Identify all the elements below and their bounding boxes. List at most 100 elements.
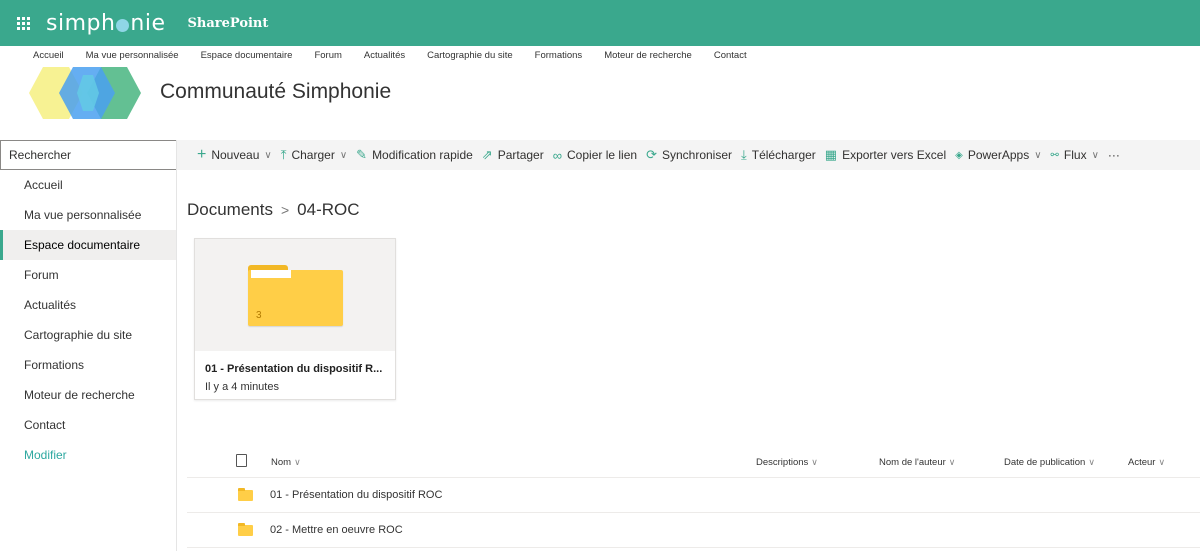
- chevron-down-icon: ∨: [1088, 457, 1095, 467]
- quick-edit-label: Modification rapide: [372, 148, 473, 162]
- download-icon: ⤓: [741, 147, 747, 162]
- plus-icon: +: [197, 146, 207, 163]
- app-launcher-button[interactable]: [0, 0, 46, 46]
- link-icon: ∞: [552, 147, 563, 163]
- brand-dot-icon: [116, 18, 130, 32]
- sync-button[interactable]: ⟳ Synchroniser: [646, 147, 732, 163]
- sidebar-item-actualites[interactable]: Actualités: [0, 290, 176, 320]
- copy-link-label: Copier le lien: [567, 148, 638, 162]
- column-author[interactable]: Nom de l'auteur ∨: [879, 457, 955, 468]
- row-name[interactable]: 01 - Présentation du dispositif ROC: [270, 489, 442, 501]
- column-actor[interactable]: Acteur ∨: [1128, 457, 1165, 468]
- powerapps-button[interactable]: ◈ PowerApps ∨: [955, 148, 1041, 162]
- breadcrumb-separator: >: [280, 202, 290, 218]
- file-type-icon[interactable]: [236, 454, 247, 467]
- topnav-item-formations[interactable]: Formations: [535, 50, 583, 64]
- chevron-down-icon: ∨: [294, 457, 301, 467]
- top-navigation: Accueil Ma vue personnalisée Espace docu…: [0, 50, 747, 64]
- list-header: Nom ∨ Descriptions ∨ Nom de l'auteur ∨ Date…: [187, 450, 1200, 478]
- flow-button[interactable]: ⚯ Flux ∨: [1051, 148, 1099, 162]
- export-excel-button[interactable]: ▦ Exporter vers Excel: [825, 147, 946, 163]
- topnav-item-cartographie[interactable]: Cartographie du site: [427, 50, 513, 64]
- search-input[interactable]: Rechercher: [0, 140, 176, 170]
- share-button[interactable]: ⇗ Partager: [482, 147, 544, 163]
- site-title[interactable]: Communauté Simphonie: [160, 80, 391, 104]
- upload-button[interactable]: ⤒ Charger ∨: [281, 147, 347, 163]
- column-descriptions[interactable]: Descriptions ∨: [756, 457, 818, 468]
- column-name[interactable]: Nom ∨: [271, 457, 301, 468]
- sidebar-item-accueil[interactable]: Accueil: [0, 170, 176, 200]
- folder-front-icon: [248, 270, 343, 326]
- upload-icon: ⤒: [280, 147, 287, 162]
- sync-label: Synchroniser: [661, 148, 732, 162]
- nav-divider: [176, 140, 177, 551]
- sidebar-item-espace-documentaire[interactable]: Espace documentaire: [0, 230, 176, 260]
- command-bar: + Nouveau ∨ ⤒ Charger ∨ ✎ Modification r…: [177, 140, 1200, 170]
- brand-text-left: simph: [46, 10, 116, 36]
- export-excel-label: Exporter vers Excel: [842, 148, 947, 162]
- topnav-item-contact[interactable]: Contact: [714, 50, 747, 64]
- edit-nav-link[interactable]: Modifier: [0, 440, 176, 470]
- download-button[interactable]: ⤓ Télécharger: [741, 147, 816, 163]
- breadcrumb: Documents > 04-ROC: [187, 200, 360, 220]
- flow-label: Flux: [1063, 148, 1087, 162]
- chevron-down-icon: ∨: [264, 149, 272, 161]
- quick-edit-button[interactable]: ✎ Modification rapide: [356, 147, 473, 163]
- share-icon: ⇗: [481, 147, 493, 162]
- topnav-item-ma-vue[interactable]: Ma vue personnalisée: [86, 50, 179, 64]
- copy-link-button[interactable]: ∞ Copier le lien: [553, 148, 637, 163]
- chevron-down-icon: ∨: [339, 149, 348, 161]
- upload-label: Charger: [291, 148, 335, 162]
- site-logo[interactable]: [29, 67, 149, 119]
- waffle-icon: [16, 16, 30, 30]
- topnav-item-forum[interactable]: Forum: [314, 50, 341, 64]
- left-navigation: Rechercher Accueil Ma vue personnalisée …: [0, 140, 176, 551]
- tile-name[interactable]: 01 - Présentation du dispositif R...: [205, 363, 382, 375]
- topnav-item-moteur[interactable]: Moteur de recherche: [604, 50, 692, 64]
- list-row[interactable]: 01 - Présentation du dispositif ROC: [187, 478, 1200, 513]
- column-actor-label: Acteur: [1128, 457, 1156, 468]
- chevron-down-icon: ∨: [1034, 149, 1042, 161]
- tile-modified: Il y a 4 minutes: [205, 381, 279, 393]
- more-icon: ···: [1107, 148, 1120, 162]
- flow-icon: ⚯: [1050, 149, 1059, 161]
- chevron-down-icon: ∨: [811, 457, 818, 467]
- list-row[interactable]: 02 - Mettre en oeuvre ROC: [187, 513, 1200, 548]
- download-label: Télécharger: [751, 148, 816, 162]
- excel-icon: ▦: [824, 147, 838, 162]
- column-published[interactable]: Date de publication ∨: [1004, 457, 1095, 468]
- topnav-item-espace-documentaire[interactable]: Espace documentaire: [201, 50, 293, 64]
- more-button[interactable]: ···: [1108, 148, 1120, 162]
- topnav-item-actualites[interactable]: Actualités: [364, 50, 405, 64]
- new-label: Nouveau: [211, 148, 260, 162]
- sidebar-item-contact[interactable]: Contact: [0, 410, 176, 440]
- column-author-label: Nom de l'auteur: [879, 457, 946, 468]
- column-published-label: Date de publication: [1004, 457, 1086, 468]
- tile-thumbnail: 3: [195, 239, 395, 351]
- brand-logo[interactable]: simph nie: [46, 11, 166, 36]
- brand-text-right: nie: [130, 10, 166, 36]
- new-button[interactable]: + Nouveau ∨: [197, 146, 272, 164]
- column-name-label: Nom: [271, 457, 292, 468]
- sidebar-item-moteur[interactable]: Moteur de recherche: [0, 380, 176, 410]
- folder-item-count: 3: [256, 310, 262, 321]
- sidebar-item-forum[interactable]: Forum: [0, 260, 176, 290]
- sync-icon: ⟳: [646, 147, 657, 162]
- powerapps-label: PowerApps: [967, 148, 1030, 162]
- topnav-item-accueil[interactable]: Accueil: [33, 50, 64, 64]
- suite-bar: simph nie SharePoint: [0, 0, 1200, 46]
- column-descriptions-label: Descriptions: [756, 457, 809, 468]
- breadcrumb-root[interactable]: Documents: [187, 200, 273, 220]
- folder-paper-icon: [251, 270, 291, 278]
- product-name[interactable]: SharePoint: [188, 16, 269, 31]
- breadcrumb-current: 04-ROC: [297, 200, 360, 219]
- chevron-down-icon: ∨: [948, 457, 956, 467]
- sidebar-item-formations[interactable]: Formations: [0, 350, 176, 380]
- sidebar-item-cartographie[interactable]: Cartographie du site: [0, 320, 176, 350]
- sidebar-item-ma-vue[interactable]: Ma vue personnalisée: [0, 200, 176, 230]
- powerapps-icon: ◈: [955, 149, 963, 161]
- folder-icon: [238, 488, 253, 501]
- folder-tile[interactable]: 3 01 - Présentation du dispositif R... I…: [194, 238, 396, 400]
- chevron-down-icon: ∨: [1091, 149, 1099, 161]
- row-name[interactable]: 02 - Mettre en oeuvre ROC: [270, 524, 403, 536]
